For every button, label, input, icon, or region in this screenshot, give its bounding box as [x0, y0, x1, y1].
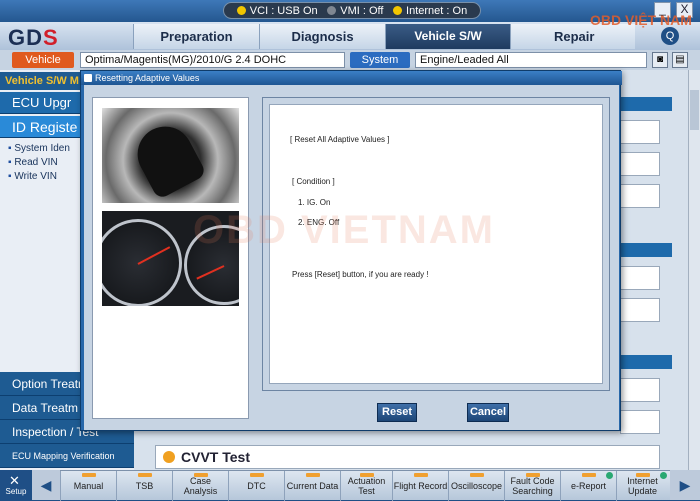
write-vin-item[interactable]: Write VIN	[8, 171, 57, 182]
e-report-label: e-Report	[570, 481, 606, 491]
section-header	[620, 243, 672, 257]
oscilloscope-button[interactable]: Oscilloscope	[448, 471, 504, 501]
condition-title: [ Condition ]	[292, 177, 335, 186]
flight-record-button[interactable]: Flight Record	[392, 471, 448, 501]
scrollbar[interactable]	[688, 70, 700, 470]
connection-status: VCI : USB On VMI : Off Internet : On	[223, 2, 481, 19]
wrench-icon: ✕	[9, 473, 20, 488]
camera-icon[interactable]: ◙	[652, 52, 668, 68]
vmi-status: VMI : Off	[327, 5, 383, 17]
instruction-text: Press [Reset] button, if you are ready !	[292, 270, 429, 279]
internet-status-label: Internet : On	[406, 4, 468, 17]
vehicle-bar: Vehicle Optima/Magentis(MG)/2010/G 2.4 D…	[0, 50, 700, 70]
dialog-title-bar: Resetting Adaptive Values	[81, 71, 622, 85]
watermark-text: OBD VIETNAM	[193, 208, 495, 252]
read-vin-item[interactable]: Read VIN	[8, 157, 57, 168]
system-identification-item[interactable]: System Iden	[8, 143, 70, 154]
setup-button[interactable]: ✕ Setup	[0, 470, 32, 500]
actuation-test-button[interactable]: Actuation Test	[340, 471, 392, 501]
help-icon[interactable]: Q	[661, 27, 679, 45]
logo-accent: S	[43, 25, 59, 50]
vehicle-button[interactable]: Vehicle	[12, 52, 74, 68]
tab-vehicle-sw-management[interactable]: Vehicle S/W Management	[385, 24, 510, 68]
internet-update-label: Internet Update	[627, 476, 658, 496]
list-item[interactable]	[620, 378, 660, 402]
tab-diagnosis[interactable]: Diagnosis	[259, 24, 385, 49]
gds-logo: GDS	[8, 25, 59, 51]
instructions-pane: [ Reset All Adaptive Values ] [ Conditio…	[193, 97, 610, 391]
system-button[interactable]: System	[350, 52, 410, 68]
notification-badge-icon	[606, 472, 613, 479]
status-dot-icon	[236, 5, 246, 15]
fault-code-searching-button[interactable]: Fault Code Searching	[504, 471, 560, 501]
list-item[interactable]	[620, 184, 660, 208]
dtc-button[interactable]: DTC	[228, 471, 284, 501]
oscilloscope-label: Oscilloscope	[450, 481, 503, 491]
scroll-left-icon[interactable]: ◀	[32, 470, 60, 500]
tab-preparation[interactable]: Preparation	[133, 24, 259, 49]
vci-status-label: VCI : USB On	[249, 4, 318, 17]
bullet-icon	[163, 451, 175, 463]
scroll-right-icon[interactable]: ▶	[670, 470, 700, 500]
reset-adaptive-values-dialog: Resetting Adaptive Values [ Reset All Ad…	[80, 70, 622, 431]
cvvt-test-label: CVVT Test	[181, 449, 250, 465]
internet-status: Internet : On	[393, 5, 467, 17]
scrollbar-thumb[interactable]	[690, 90, 699, 130]
fault-code-searching-label: Fault Code Searching	[510, 476, 555, 496]
tsb-button[interactable]: TSB	[116, 471, 172, 501]
cvvt-test-item[interactable]: CVVT Test	[155, 445, 660, 469]
manual-label: Manual	[73, 481, 104, 491]
case-analysis-label: Case Analysis	[183, 476, 218, 496]
section-header	[620, 355, 672, 369]
ecu-mapping-verification-item[interactable]: ECU Mapping Verification	[0, 444, 134, 468]
vehicle-field: Optima/Magentis(MG)/2010/G 2.4 DOHC	[80, 52, 345, 68]
current-data-button[interactable]: Current Data	[284, 471, 340, 501]
cancel-button[interactable]: Cancel	[467, 403, 509, 422]
reset-button[interactable]: Reset	[377, 403, 417, 422]
watermark-logo: OBD VIỆT NAM	[590, 12, 692, 28]
ignition-key-icon	[127, 116, 208, 201]
flight-record-label: Flight Record	[393, 481, 448, 491]
dtc-label: DTC	[247, 481, 266, 491]
system-field: Engine/Leaded All	[415, 52, 647, 68]
notification-badge-icon	[660, 472, 667, 479]
image-pane	[92, 97, 249, 419]
current-data-label: Current Data	[286, 481, 339, 491]
dialog-body: [ Reset All Adaptive Values ] [ Conditio…	[84, 85, 619, 430]
vmi-status-label: VMI : Off	[340, 4, 384, 17]
reset-header-text: [ Reset All Adaptive Values ]	[290, 135, 390, 144]
bottom-toolbar: Manual TSB Case Analysis DTC Current Dat…	[0, 470, 700, 501]
manual-button[interactable]: Manual	[60, 471, 116, 501]
case-analysis-button[interactable]: Case Analysis	[172, 471, 228, 501]
list-item[interactable]	[620, 152, 660, 176]
section-header	[620, 97, 672, 111]
vci-status: VCI : USB On	[236, 4, 318, 17]
status-dot-icon	[327, 5, 337, 15]
list-item[interactable]	[620, 120, 660, 144]
list-item[interactable]	[620, 298, 660, 322]
ignition-switch-image	[102, 108, 239, 203]
status-dot-icon	[393, 5, 403, 15]
dialog-title: Resetting Adaptive Values	[95, 73, 200, 83]
condition-item: 1. IG. On	[298, 198, 331, 207]
dialog-icon	[84, 74, 92, 82]
list-item[interactable]	[620, 410, 660, 434]
document-icon[interactable]: ▤	[672, 52, 688, 68]
actuation-test-label: Actuation Test	[347, 476, 386, 496]
logo-text: GD	[8, 25, 43, 50]
tsb-label: TSB	[135, 481, 154, 491]
list-item[interactable]	[620, 266, 660, 290]
